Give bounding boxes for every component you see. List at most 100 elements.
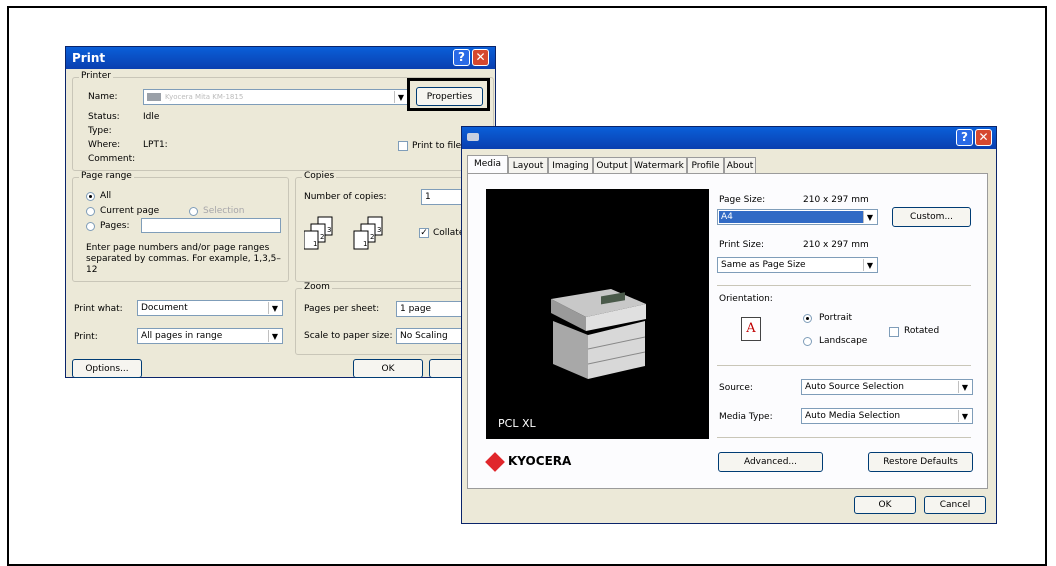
- chevron-down-icon: ▼: [394, 91, 407, 103]
- printer-name-select[interactable]: Kyocera Mita KM-1815 ▼: [143, 89, 409, 105]
- kyocera-logo-mark: [485, 451, 505, 472]
- rotated-checkbox[interactable]: [889, 327, 899, 337]
- page-size-dims: 210 x 297 mm: [803, 195, 869, 205]
- kyocera-logo: KYOCERA: [485, 451, 572, 472]
- print-to-file-label: Print to file: [412, 141, 462, 151]
- printer-preview: PCL XL: [486, 189, 709, 439]
- tab-layout[interactable]: Layout: [508, 157, 548, 173]
- chevron-down-icon: ▼: [268, 302, 281, 314]
- collate-checkbox[interactable]: ✓: [419, 228, 429, 238]
- custom-button[interactable]: Custom...: [892, 207, 971, 227]
- current-page-radio[interactable]: [86, 207, 95, 216]
- rotated-label: Rotated: [904, 326, 940, 336]
- current-page-label: Current page: [100, 206, 160, 216]
- printer-icon: [147, 92, 161, 101]
- status-label: Status:: [88, 112, 120, 122]
- printer-name-value: Kyocera Mita KM-1815: [165, 93, 244, 101]
- chevron-down-icon: ▼: [958, 410, 971, 422]
- chevron-down-icon: ▼: [268, 330, 281, 342]
- media-type-value: Auto Media Selection: [805, 411, 901, 421]
- separator: [717, 365, 971, 366]
- media-type-label: Media Type:: [719, 412, 773, 422]
- pages-input[interactable]: [141, 218, 281, 233]
- scale-label: Scale to paper size:: [304, 331, 393, 341]
- help-button[interactable]: ?: [956, 129, 973, 146]
- help-button[interactable]: ?: [453, 49, 470, 66]
- brand-text: KYOCERA: [508, 454, 572, 468]
- print-what-value: Document: [141, 303, 188, 313]
- properties-cancel-button[interactable]: Cancel: [924, 496, 986, 514]
- tab-about[interactable]: About: [724, 157, 756, 173]
- pages-radio[interactable]: [86, 222, 95, 231]
- copies-group-label: Copies: [302, 171, 337, 181]
- svg-text:2: 2: [320, 233, 324, 241]
- selection-label: Selection: [203, 206, 245, 216]
- page-size-select[interactable]: A4 ▼: [717, 209, 878, 225]
- all-radio[interactable]: [86, 192, 95, 201]
- properties-titlebar: ? ✕: [462, 127, 996, 149]
- orientation-icon: A: [741, 317, 761, 341]
- close-button[interactable]: ✕: [975, 129, 992, 146]
- page-size-value: A4: [721, 212, 733, 222]
- collate-icon: 321 321: [304, 216, 383, 250]
- print-what-select[interactable]: Document ▼: [137, 300, 283, 316]
- advanced-button[interactable]: Advanced...: [718, 452, 823, 472]
- selection-radio[interactable]: [189, 207, 198, 216]
- close-button[interactable]: ✕: [472, 49, 489, 66]
- portrait-radio[interactable]: [803, 314, 812, 323]
- print-dialog: Print ? ✕ Printer Name: Kyocera Mita KM-…: [65, 46, 499, 378]
- tab-watermark[interactable]: Watermark: [631, 157, 687, 173]
- printer-icon: [467, 133, 479, 141]
- media-type-select[interactable]: Auto Media Selection ▼: [801, 408, 973, 424]
- svg-text:2: 2: [370, 233, 374, 241]
- zoom-group-label: Zoom: [302, 282, 332, 292]
- page-range-label: Page range: [79, 171, 134, 181]
- print-size-label: Print Size:: [719, 240, 765, 250]
- pages-per-sheet-label: Pages per sheet:: [304, 304, 380, 314]
- collate-label: Collate: [433, 228, 465, 238]
- landscape-label: Landscape: [819, 336, 868, 346]
- printer-group-label: Printer: [79, 71, 113, 81]
- tab-imaging[interactable]: Imaging: [548, 157, 593, 173]
- orientation-label: Orientation:: [719, 294, 773, 304]
- source-label: Source:: [719, 383, 753, 393]
- properties-button[interactable]: Properties: [416, 87, 483, 106]
- svg-text:1: 1: [313, 240, 317, 248]
- portrait-label: Portrait: [819, 313, 853, 323]
- restore-defaults-button[interactable]: Restore Defaults: [868, 452, 973, 472]
- where-label: Where:: [88, 140, 121, 150]
- status-value: Idle: [143, 112, 160, 122]
- source-value: Auto Source Selection: [805, 382, 905, 392]
- tab-output[interactable]: Output: [593, 157, 631, 173]
- page-size-label: Page Size:: [719, 195, 766, 205]
- page-size-selected-highlight: [719, 211, 863, 223]
- tab-profile[interactable]: Profile: [687, 157, 724, 173]
- copier-image: [551, 289, 646, 379]
- svg-text:3: 3: [377, 226, 381, 234]
- separator: [717, 437, 971, 438]
- type-label: Type:: [88, 126, 112, 136]
- print-size-dims: 210 x 297 mm: [803, 240, 869, 250]
- print-to-file-checkbox[interactable]: [398, 141, 408, 151]
- where-value: LPT1:: [143, 140, 168, 150]
- print-title: Print: [72, 51, 106, 65]
- pages-label: Pages:: [100, 221, 130, 231]
- print-label: Print:: [74, 332, 98, 342]
- comment-label: Comment:: [88, 154, 136, 164]
- print-ok-button[interactable]: OK: [353, 359, 423, 378]
- preview-caption: PCL XL: [498, 417, 536, 430]
- options-button[interactable]: Options...: [72, 359, 142, 378]
- chevron-down-icon: ▼: [958, 381, 971, 393]
- print-value: All pages in range: [141, 331, 223, 341]
- range-hint: Enter page numbers and/or page ranges se…: [86, 243, 281, 275]
- chevron-down-icon: ▼: [863, 259, 876, 271]
- properties-ok-button[interactable]: OK: [854, 496, 916, 514]
- separator: [717, 285, 971, 286]
- number-of-copies-label: Number of copies:: [304, 192, 387, 202]
- print-select[interactable]: All pages in range ▼: [137, 328, 283, 344]
- svg-text:1: 1: [363, 240, 367, 248]
- landscape-radio[interactable]: [803, 337, 812, 346]
- print-size-select[interactable]: Same as Page Size ▼: [717, 257, 878, 273]
- tab-media[interactable]: Media: [467, 155, 508, 174]
- source-select[interactable]: Auto Source Selection ▼: [801, 379, 973, 395]
